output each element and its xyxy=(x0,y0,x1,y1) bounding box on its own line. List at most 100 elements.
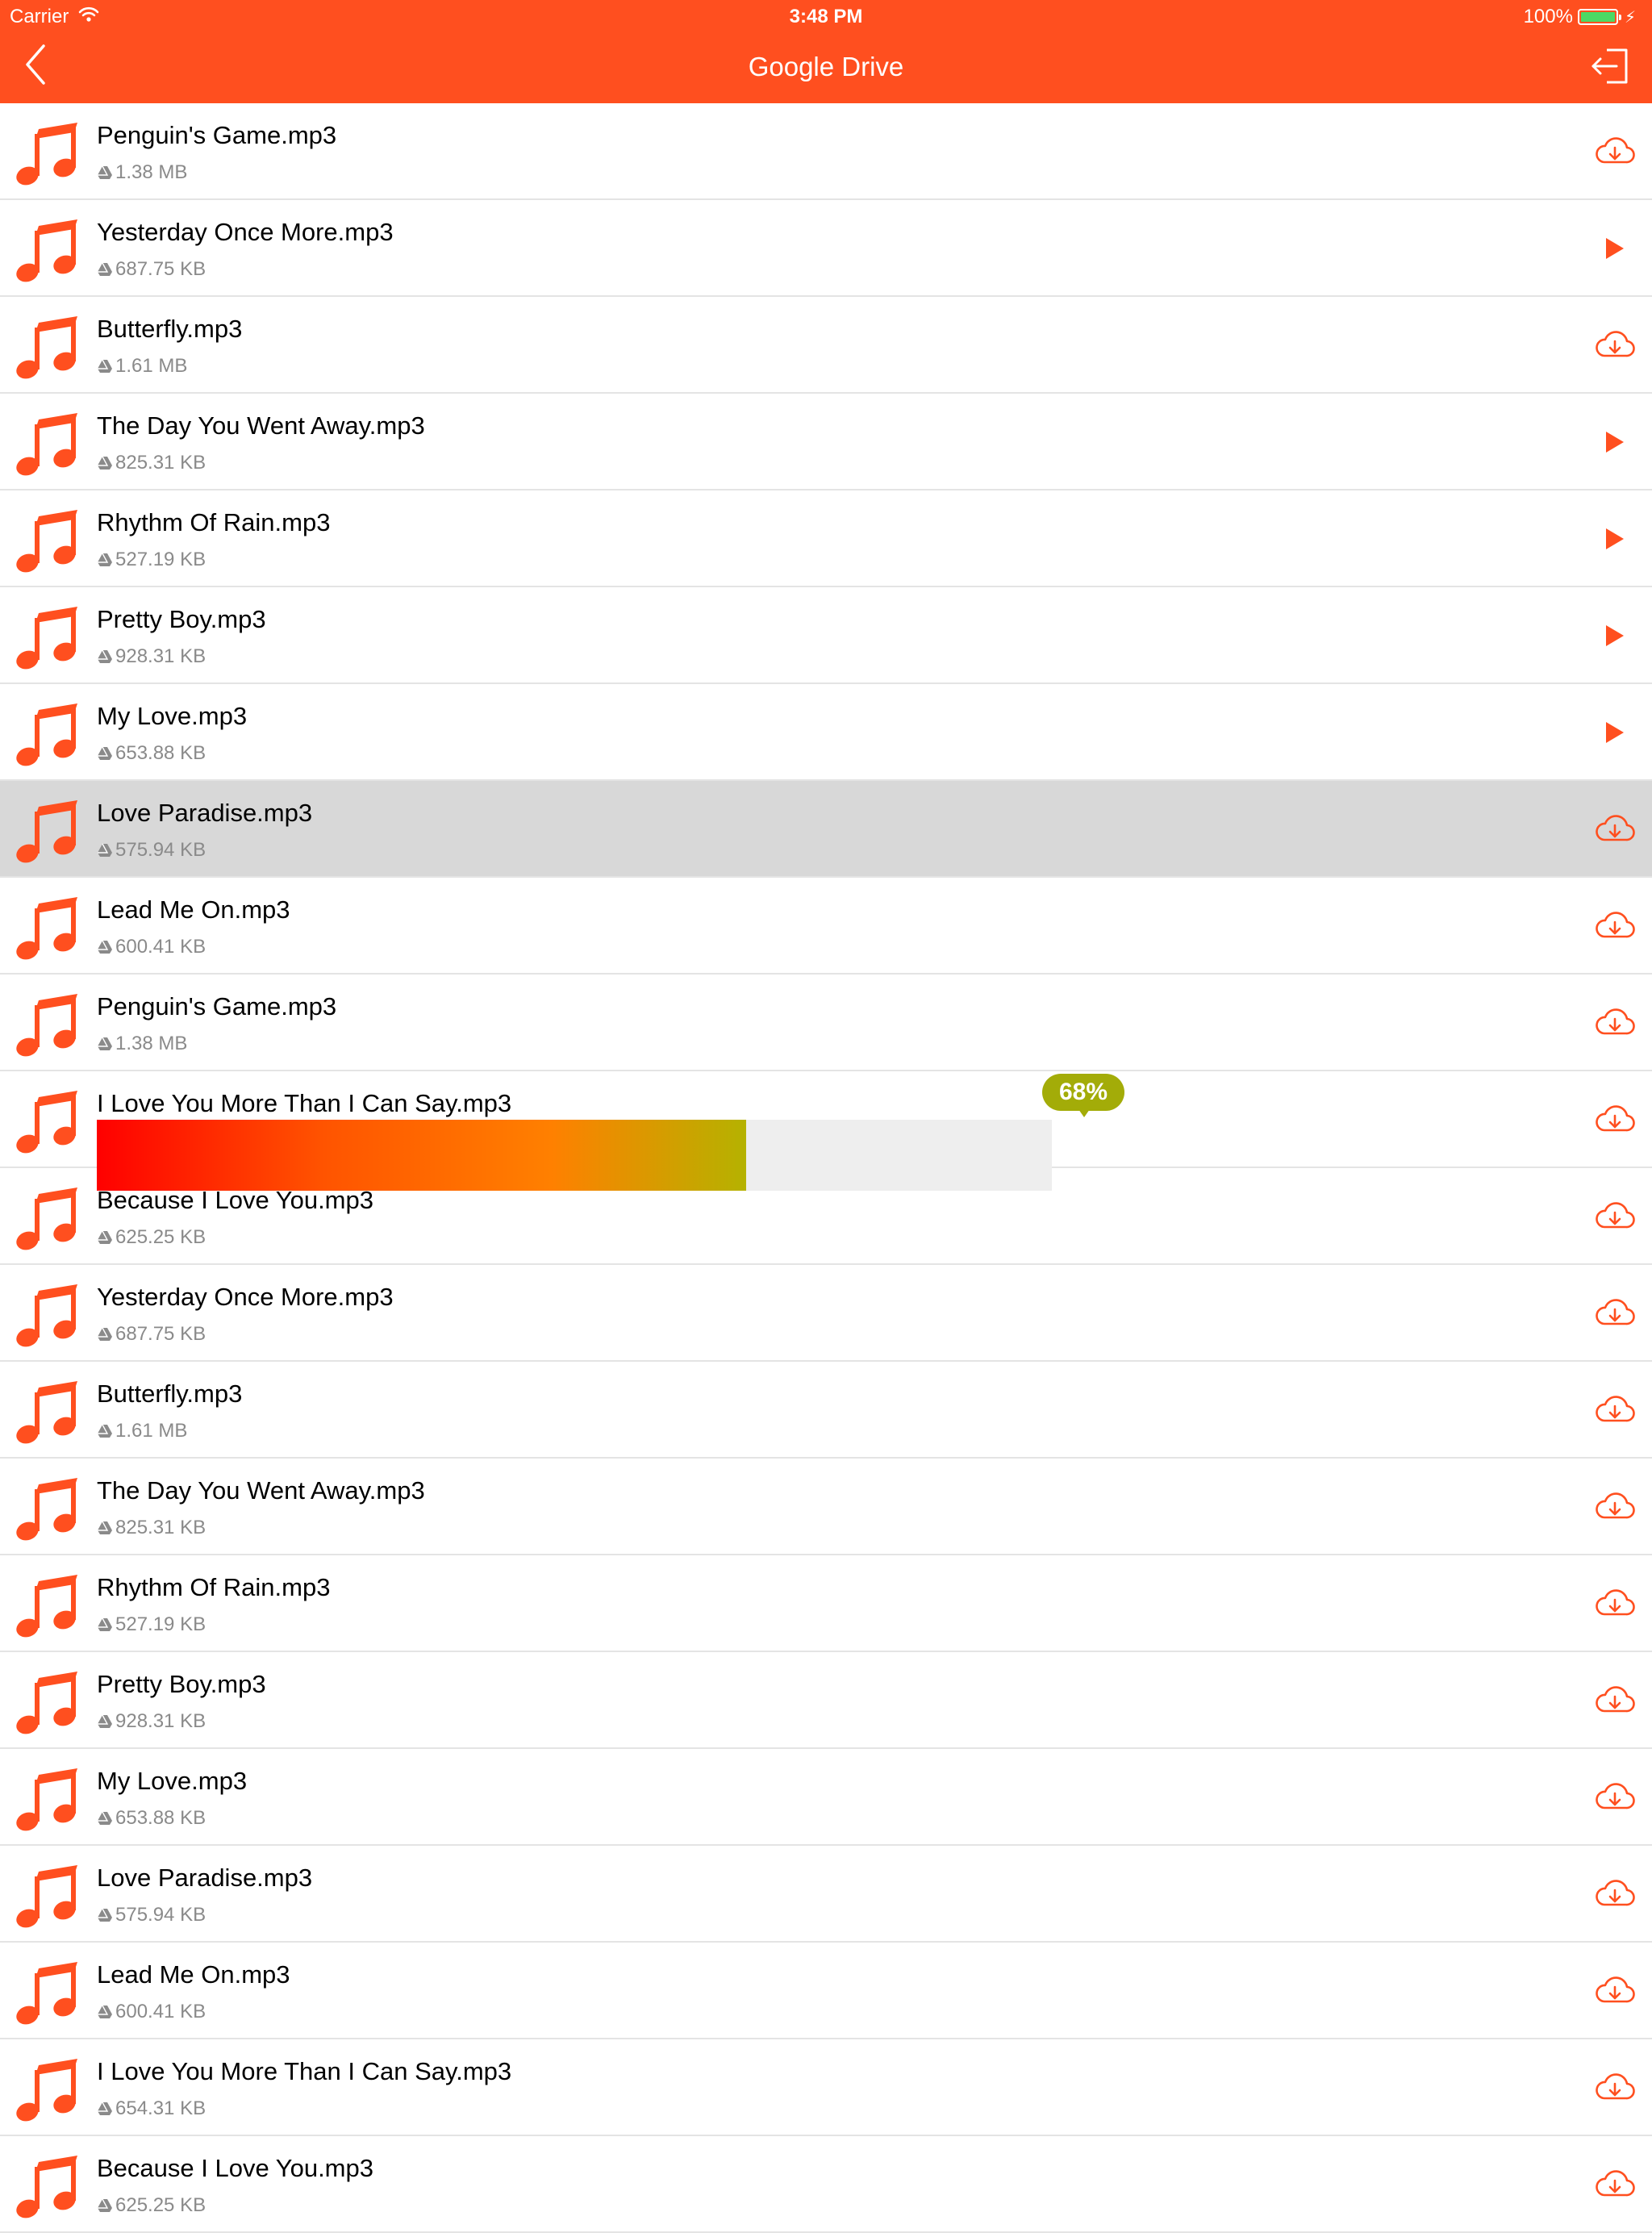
file-row[interactable]: Yesterday Once More.mp3 687.75 KB xyxy=(0,200,1652,297)
cloud-download-icon xyxy=(1596,1202,1635,1229)
download-button[interactable] xyxy=(1594,808,1636,850)
download-button[interactable] xyxy=(1594,1099,1636,1141)
download-button[interactable] xyxy=(1594,1873,1636,1915)
file-size: 575.94 KB xyxy=(97,1904,206,1926)
download-button[interactable] xyxy=(1594,2067,1636,2109)
file-name: Love Paradise.mp3 xyxy=(97,799,313,827)
music-note-icon xyxy=(16,219,77,282)
file-size: 625.25 KB xyxy=(97,2194,206,2217)
file-row[interactable]: Because I Love You.mp3 625.25 KB xyxy=(0,2136,1652,2233)
file-name: Lead Me On.mp3 xyxy=(97,1960,290,1989)
file-size: 575.94 KB xyxy=(97,839,206,862)
cloud-download-icon xyxy=(1596,912,1635,938)
cloud-download-icon xyxy=(1596,815,1635,841)
music-note-icon xyxy=(16,607,77,670)
google-drive-icon xyxy=(98,359,112,373)
play-icon xyxy=(1606,722,1624,743)
download-button[interactable] xyxy=(1594,324,1636,366)
file-size-text: 687.75 KB xyxy=(115,258,206,280)
play-button[interactable] xyxy=(1594,518,1636,560)
music-note-icon xyxy=(16,1091,77,1154)
file-row[interactable]: Love Paradise.mp3 575.94 KB xyxy=(0,781,1652,878)
google-drive-icon xyxy=(98,1037,112,1050)
file-size-text: 625.25 KB xyxy=(115,1226,206,1248)
file-name: I Love You More Than I Can Say.mp3 xyxy=(97,2057,512,2085)
file-size-text: 575.94 KB xyxy=(115,1904,206,1926)
battery-icon xyxy=(1577,9,1621,25)
download-button[interactable] xyxy=(1594,131,1636,173)
music-note-icon xyxy=(16,897,77,960)
cloud-download-icon xyxy=(1596,1686,1635,1713)
google-drive-icon xyxy=(98,553,112,566)
play-button[interactable] xyxy=(1594,421,1636,463)
progress-percent-badge: 68% xyxy=(1042,1074,1124,1117)
file-name: Penguin's Game.mp3 xyxy=(97,121,337,149)
file-row[interactable]: Penguin's Game.mp3 1.38 MB xyxy=(0,103,1652,200)
file-size: 1.38 MB xyxy=(97,161,187,184)
file-name: Rhythm Of Rain.mp3 xyxy=(97,1573,331,1601)
file-row[interactable]: Lead Me On.mp3 600.41 KB xyxy=(0,1943,1652,2039)
file-row[interactable]: Pretty Boy.mp3 928.31 KB xyxy=(0,587,1652,684)
file-name: Yesterday Once More.mp3 xyxy=(97,218,394,246)
file-row[interactable]: Lead Me On.mp3 600.41 KB xyxy=(0,878,1652,975)
download-button[interactable] xyxy=(1594,905,1636,947)
download-button[interactable] xyxy=(1594,1583,1636,1625)
file-size-text: 600.41 KB xyxy=(115,2001,206,2022)
file-size-text: 1.61 MB xyxy=(115,355,188,377)
file-row[interactable]: Butterfly.mp3 1.61 MB xyxy=(0,297,1652,394)
file-name: I Love You More Than I Can Say.mp3 xyxy=(97,1089,512,1117)
download-button[interactable] xyxy=(1594,1970,1636,2012)
file-size: 654.31 KB xyxy=(97,2097,206,2120)
file-size-text: 825.31 KB xyxy=(115,1517,206,1538)
file-row[interactable]: Pretty Boy.mp3 928.31 KB xyxy=(0,1652,1652,1749)
download-button[interactable] xyxy=(1594,1680,1636,1722)
file-size: 1.38 MB xyxy=(97,1033,187,1055)
file-size-text: 1.61 MB xyxy=(115,1420,188,1442)
google-drive-icon xyxy=(98,843,112,857)
cloud-download-icon xyxy=(1596,331,1635,357)
file-size-text: 825.31 KB xyxy=(115,452,206,474)
file-row[interactable]: Rhythm Of Rain.mp3 527.19 KB xyxy=(0,1555,1652,1652)
file-row[interactable]: Butterfly.mp3 1.61 MB xyxy=(0,1362,1652,1459)
cloud-download-icon xyxy=(1596,1396,1635,1422)
download-button[interactable] xyxy=(1594,1292,1636,1334)
file-name: Pretty Boy.mp3 xyxy=(97,1670,266,1698)
logout-button[interactable] xyxy=(1586,42,1634,90)
google-drive-icon xyxy=(98,1327,112,1341)
file-row[interactable]: Yesterday Once More.mp3 687.75 KB xyxy=(0,1265,1652,1362)
file-size-text: 1.38 MB xyxy=(115,1033,188,1054)
file-row[interactable]: The Day You Went Away.mp3 825.31 KB xyxy=(0,1459,1652,1555)
file-row[interactable]: My Love.mp3 653.88 KB xyxy=(0,1749,1652,1846)
music-note-icon xyxy=(16,1575,77,1638)
cloud-download-icon xyxy=(1596,1880,1635,1906)
download-button[interactable] xyxy=(1594,2164,1636,2206)
play-icon xyxy=(1606,528,1624,549)
cloud-download-icon xyxy=(1596,1589,1635,1616)
file-row[interactable]: My Love.mp3 653.88 KB xyxy=(0,684,1652,781)
file-size-text: 527.19 KB xyxy=(115,1613,206,1635)
file-row[interactable]: The Day You Went Away.mp3 825.31 KB xyxy=(0,394,1652,490)
play-button[interactable] xyxy=(1594,712,1636,753)
nav-bar: Carrier 3:48 PM 100% ⚡ Google Drive xyxy=(0,0,1652,103)
music-note-icon xyxy=(16,123,77,186)
file-row[interactable]: Rhythm Of Rain.mp3 527.19 KB xyxy=(0,490,1652,587)
file-name: My Love.mp3 xyxy=(97,1767,248,1795)
download-button[interactable] xyxy=(1594,1196,1636,1238)
download-button[interactable] xyxy=(1594,1002,1636,1044)
cloud-download-icon xyxy=(1596,1105,1635,1132)
music-note-icon xyxy=(16,1381,77,1444)
file-size-text: 600.41 KB xyxy=(115,936,206,958)
file-row[interactable]: I Love You More Than I Can Say.mp3 68% xyxy=(0,1071,1652,1191)
download-button[interactable] xyxy=(1594,1486,1636,1528)
file-row[interactable]: I Love You More Than I Can Say.mp3 654.3… xyxy=(0,2039,1652,2136)
file-name: Butterfly.mp3 xyxy=(97,315,243,343)
google-drive-icon xyxy=(98,1908,112,1922)
music-note-icon xyxy=(16,800,77,863)
file-row[interactable]: Love Paradise.mp3 575.94 KB xyxy=(0,1846,1652,1943)
file-size-text: 654.31 KB xyxy=(115,2097,206,2119)
file-row[interactable]: Penguin's Game.mp3 1.38 MB xyxy=(0,975,1652,1071)
play-button[interactable] xyxy=(1594,227,1636,269)
download-button[interactable] xyxy=(1594,1389,1636,1431)
play-button[interactable] xyxy=(1594,615,1636,657)
download-button[interactable] xyxy=(1594,1776,1636,1818)
